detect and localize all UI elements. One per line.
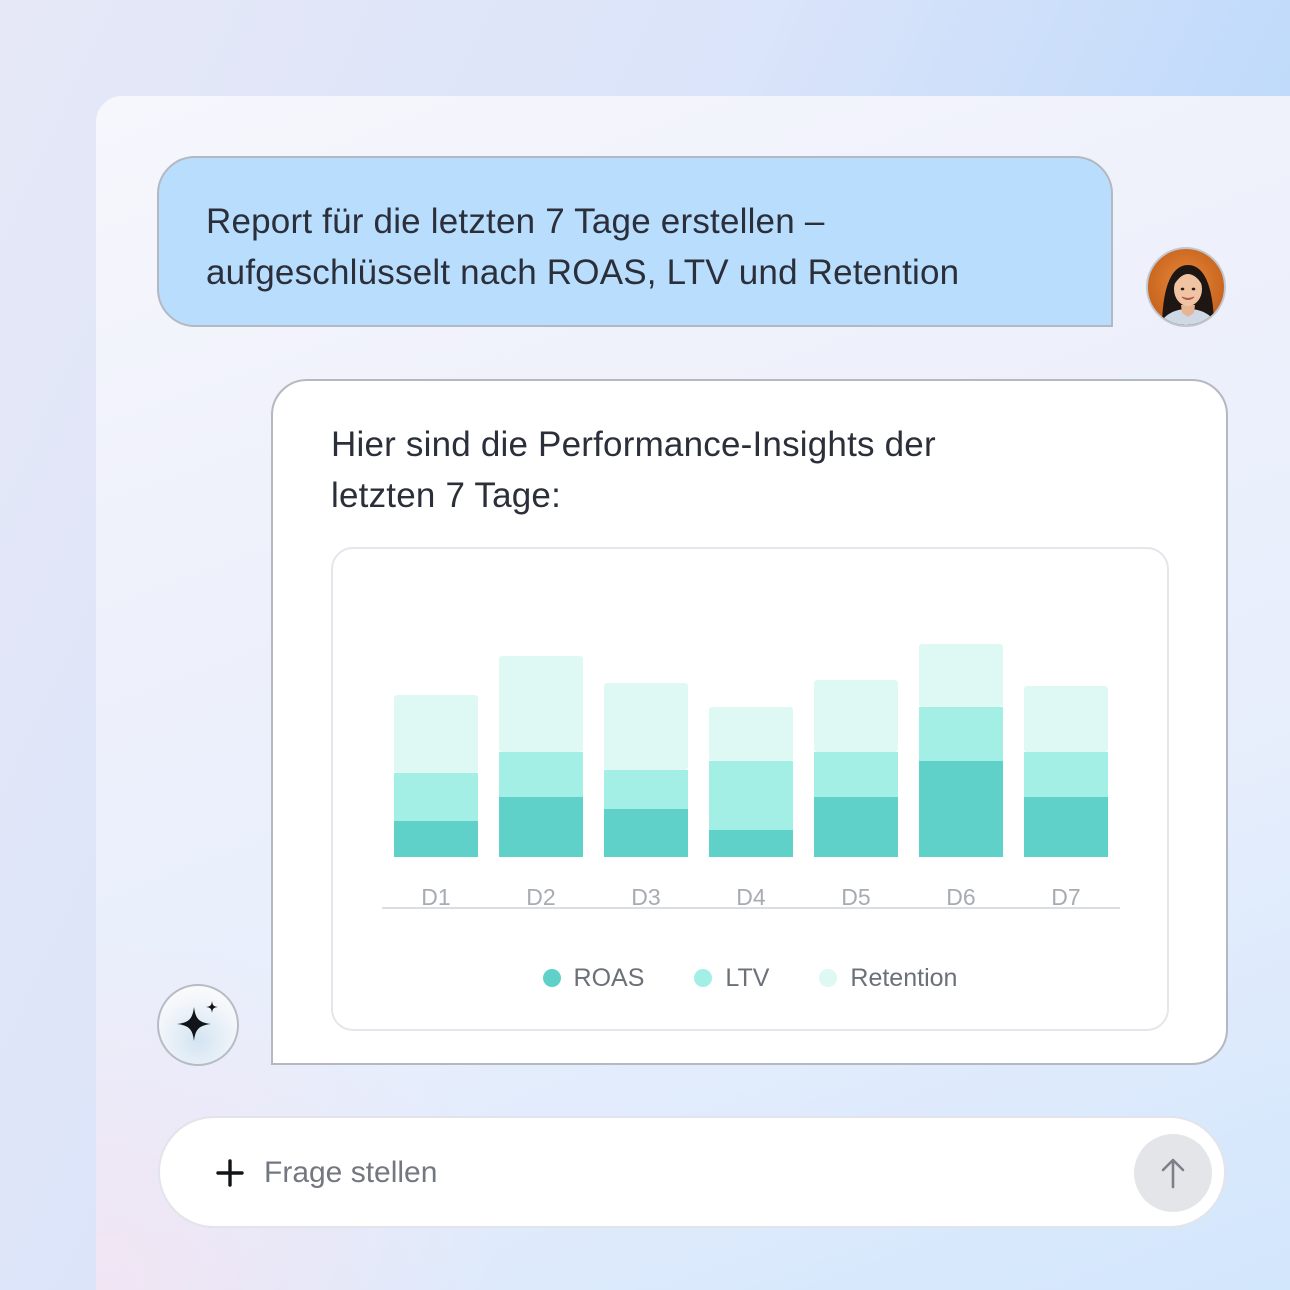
bar-roas-d2 bbox=[499, 797, 583, 857]
x-tick-label: D1 bbox=[421, 884, 450, 910]
bar-roas-d7 bbox=[1024, 797, 1108, 857]
bar-retention-d5 bbox=[814, 680, 898, 752]
bar-ltv-d2 bbox=[499, 752, 583, 797]
assistant-message-line-2: letzten 7 Tage: bbox=[331, 476, 562, 515]
legend-dot bbox=[542, 969, 561, 987]
bar-retention-d2 bbox=[499, 656, 583, 752]
chart-legend: ROAS LTV Retention bbox=[333, 961, 1167, 995]
legend-item-ltv: LTV bbox=[694, 964, 769, 993]
composer bbox=[158, 1116, 1226, 1228]
bar-roas-d6 bbox=[919, 761, 1003, 857]
legend-label: Retention bbox=[850, 963, 958, 992]
bar-ltv-d3 bbox=[604, 770, 688, 809]
assistant-message-line-1: Hier sind die Performance-Insights der bbox=[331, 425, 936, 464]
legend-dot bbox=[819, 969, 838, 987]
bar-ltv-d1 bbox=[394, 773, 478, 821]
bar-roas-d5 bbox=[814, 797, 898, 857]
question-input[interactable] bbox=[264, 1148, 1084, 1198]
bar-ltv-d7 bbox=[1024, 752, 1108, 797]
chart-card: D1 D2 D3 D4 D5 D6 D7 ROAS LTV Retention bbox=[331, 547, 1169, 1031]
user-message-line-2: aufgeschlüsselt nach ROAS, LTV und Reten… bbox=[206, 253, 960, 292]
x-tick-label: D5 bbox=[841, 884, 870, 910]
add-attachment-button[interactable] bbox=[210, 1153, 250, 1193]
bar-ltv-d5 bbox=[814, 752, 898, 797]
bar-retention-d7 bbox=[1024, 686, 1108, 752]
bar-ltv-d6 bbox=[919, 707, 1003, 761]
bar-roas-d1 bbox=[394, 821, 478, 857]
arrow-up-icon bbox=[1161, 1158, 1185, 1189]
bar-retention-d3 bbox=[604, 683, 688, 770]
user-avatar bbox=[1146, 247, 1226, 327]
x-tick-label: D4 bbox=[736, 884, 766, 910]
assistant-message-text: Hier sind die Performance-Insights der l… bbox=[331, 419, 1151, 521]
x-tick-label: D7 bbox=[1051, 884, 1080, 910]
legend-label: ROAS bbox=[573, 963, 645, 992]
x-tick-label: D2 bbox=[526, 884, 555, 910]
stacked-bar-chart: D1 D2 D3 D4 D5 D6 D7 bbox=[382, 644, 1120, 910]
bar-retention-d4 bbox=[709, 707, 793, 761]
legend-label: LTV bbox=[725, 963, 770, 992]
assistant-avatar bbox=[157, 984, 239, 1066]
legend-item-roas: ROAS bbox=[542, 963, 645, 993]
user-message-bubble: Report für die letzten 7 Tage erstellen … bbox=[157, 156, 1113, 327]
assistant-message-card: Hier sind die Performance-Insights der l… bbox=[271, 379, 1228, 1065]
user-message-line-1: Report für die letzten 7 Tage erstellen … bbox=[206, 202, 825, 241]
x-tick-label: D6 bbox=[946, 884, 975, 910]
legend-item-retention: Retention bbox=[819, 964, 957, 993]
bar-ltv-d4 bbox=[709, 761, 793, 830]
bar-roas-d3 bbox=[604, 809, 688, 857]
sparkle-icon bbox=[177, 1001, 218, 1041]
bar-retention-d6 bbox=[919, 644, 1003, 707]
plus-icon bbox=[216, 1159, 244, 1187]
x-tick-label: D3 bbox=[631, 884, 660, 910]
legend-dot bbox=[694, 969, 713, 987]
send-button[interactable] bbox=[1134, 1134, 1212, 1212]
bar-roas-d4 bbox=[709, 830, 793, 857]
bar-retention-d1 bbox=[394, 695, 478, 773]
